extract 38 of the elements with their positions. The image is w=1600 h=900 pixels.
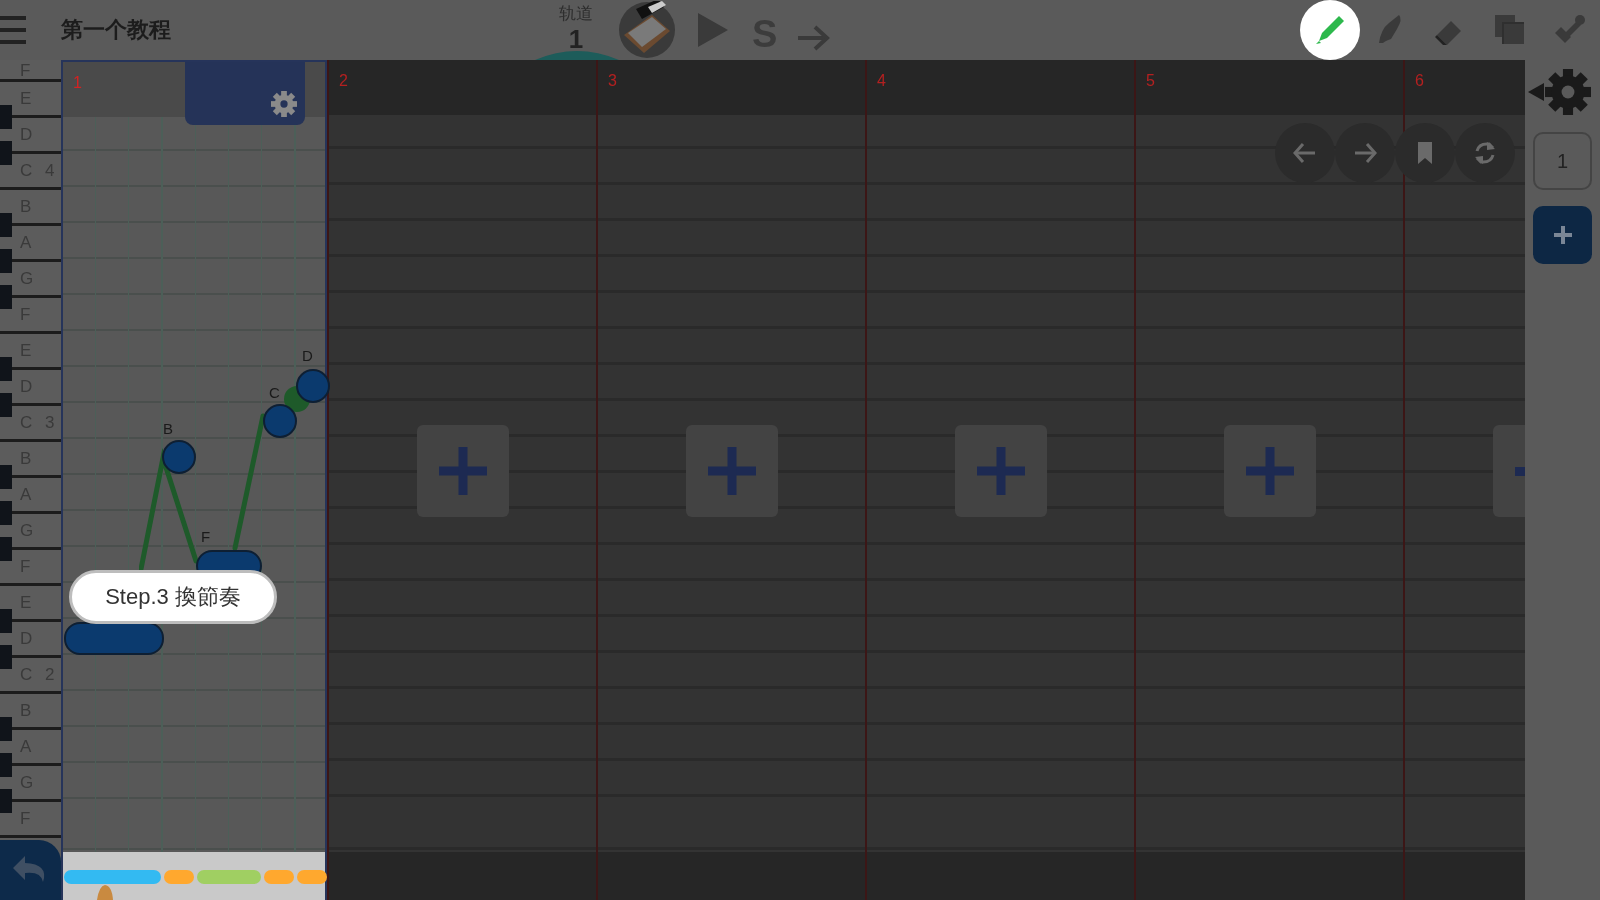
menu-icon[interactable] <box>0 16 26 44</box>
track-tab-icon <box>535 50 619 60</box>
arrow-right-icon[interactable] <box>796 25 830 51</box>
note-label: B <box>163 420 173 437</box>
arrow-left-icon <box>1293 141 1317 165</box>
measure-number: 5 <box>1146 72 1155 90</box>
note-label: F <box>201 528 211 545</box>
copy-icon <box>1493 13 1527 47</box>
measure-number: 4 <box>877 72 886 90</box>
play-icon[interactable] <box>698 13 728 47</box>
note-label: D <box>302 347 313 364</box>
pointer-hand-icon <box>95 884 115 900</box>
measure-number: 1 <box>73 74 82 92</box>
add-notes-button[interactable] <box>686 425 778 517</box>
tutorial-tooltip: Step.3 換節奏 <box>69 570 277 624</box>
arrow-right-icon <box>1353 141 1377 165</box>
measure-number: 3 <box>608 72 617 90</box>
add-notes-button[interactable] <box>1224 425 1316 517</box>
tool-button[interactable] <box>1300 0 1360 60</box>
measure-number: 2 <box>339 72 348 90</box>
measure-number: 6 <box>1415 72 1424 90</box>
swap-icon <box>1473 141 1497 165</box>
settings-icon <box>271 91 297 117</box>
piano-icon[interactable] <box>618 1 676 59</box>
measure-settings-tab[interactable] <box>185 62 305 125</box>
add-page-button[interactable] <box>1533 206 1592 264</box>
project-title: 第一个教程 <box>61 16 171 44</box>
rhythm-segment[interactable] <box>296 870 327 884</box>
add-notes-button[interactable] <box>417 425 509 517</box>
measure-column[interactable]: 1 F B C D Step.3 換節奏 <box>61 60 327 900</box>
page-number[interactable]: 1 <box>1533 132 1592 190</box>
track-number[interactable]: 1 <box>568 25 584 53</box>
undo-button[interactable] <box>0 840 61 900</box>
settings-icon[interactable] <box>1544 68 1592 116</box>
note-label: C <box>269 384 280 401</box>
add-notes-button[interactable] <box>955 425 1047 517</box>
collapse-icon[interactable] <box>1528 83 1544 101</box>
note[interactable] <box>64 622 164 655</box>
